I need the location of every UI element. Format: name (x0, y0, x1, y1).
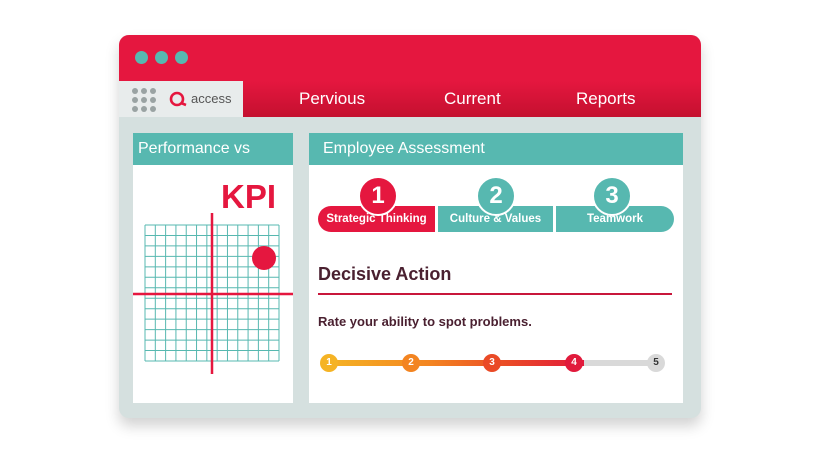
apps-grid-icon[interactable] (132, 88, 156, 112)
rating-option-5[interactable]: 5 (647, 354, 665, 372)
nav-item-previous[interactable]: Pervious (299, 89, 365, 109)
rating-option-4[interactable]: 4 (565, 354, 583, 372)
step-number-3[interactable]: 3 (592, 176, 632, 216)
nav-item-reports[interactable]: Reports (576, 89, 636, 109)
nav-bar: access Pervious Current Reports (119, 81, 701, 117)
title-bar (119, 35, 701, 81)
question-text: Rate your ability to spot problems. (318, 314, 532, 329)
window-control-dot[interactable] (175, 51, 188, 64)
divider (318, 293, 672, 295)
performance-panel: Performance vs Goals KPI (133, 133, 293, 403)
kpi-marker (252, 246, 276, 270)
nav-item-current[interactable]: Current (444, 89, 501, 109)
section-title: Decisive Action (318, 264, 452, 284)
window-control-dot[interactable] (155, 51, 168, 64)
rating-track-filled (329, 360, 584, 366)
assessment-panel: Employee Assessment Strategic Thinking C… (309, 133, 683, 403)
rating-scale[interactable]: 1 2 3 4 5 (320, 351, 670, 375)
rating-option-3[interactable]: 3 (483, 354, 501, 372)
step-number-1[interactable]: 1 (358, 176, 398, 216)
logo-text: access (191, 91, 232, 106)
logo-area: access (119, 81, 243, 117)
panel-title: Employee Assessment (309, 133, 683, 165)
app-window: access Pervious Current Reports Performa… (119, 35, 701, 418)
rating-option-2[interactable]: 2 (402, 354, 420, 372)
window-control-dot[interactable] (135, 51, 148, 64)
access-logo-icon (169, 91, 187, 107)
step-number-2[interactable]: 2 (476, 176, 516, 216)
kpi-grid-chart (133, 213, 293, 374)
rating-option-1[interactable]: 1 (320, 354, 338, 372)
